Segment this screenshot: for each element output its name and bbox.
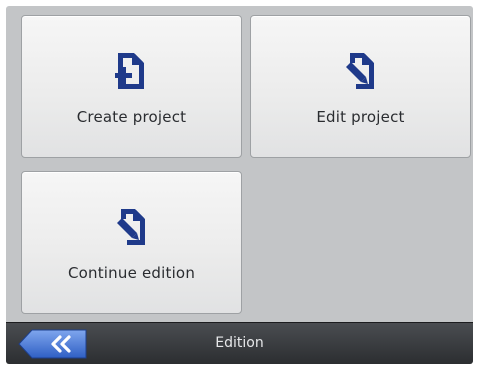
create-project-button[interactable]: Create project <box>21 15 242 158</box>
bottom-bar: Edition <box>6 322 473 364</box>
edit-project-label: Edit project <box>316 108 405 126</box>
continue-edition-label: Continue edition <box>67 264 196 282</box>
continue-edition-button[interactable]: Continue edition <box>21 171 242 314</box>
edit-file-icon <box>344 51 378 91</box>
tile-grid: Create project Edit project Continue edi… <box>6 6 473 322</box>
edit-file-icon <box>115 207 149 247</box>
screen: Create project Edit project Continue edi… <box>6 6 473 364</box>
edit-project-button[interactable]: Edit project <box>250 15 471 158</box>
screen-title: Edition <box>215 335 264 351</box>
create-project-label: Create project <box>76 108 187 126</box>
new-file-icon <box>114 51 149 91</box>
